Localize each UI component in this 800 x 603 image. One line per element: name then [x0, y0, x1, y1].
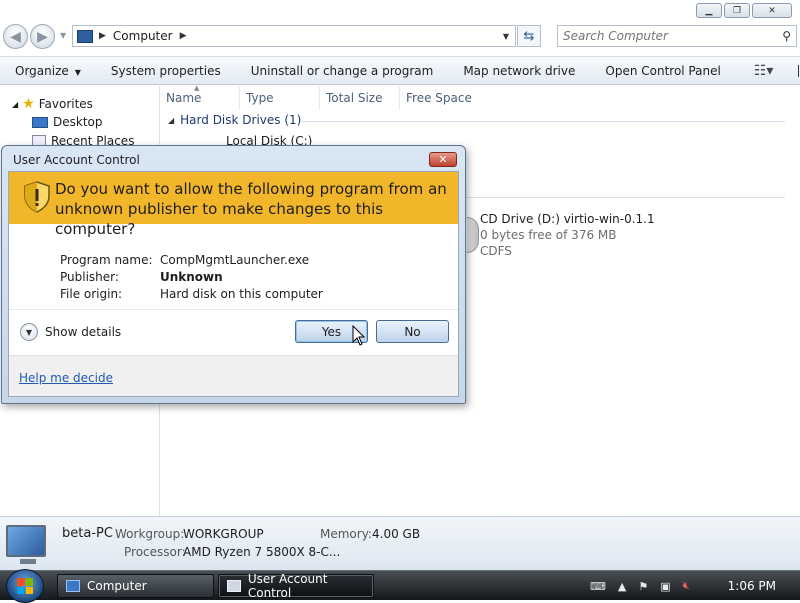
nav-favorites[interactable]: ◢ ★ Favorites	[12, 96, 93, 112]
group-hard-disk-drives[interactable]: ◢ Hard Disk Drives (1)	[168, 113, 301, 127]
volume-muted-icon[interactable]: 🔇︎	[683, 579, 690, 593]
computer-icon	[66, 580, 80, 592]
uac-question: Do you want to allow the following progr…	[55, 180, 447, 238]
collapse-triangle-icon: ◢	[168, 115, 175, 125]
close-button[interactable]: ✕	[752, 3, 792, 18]
network-icon[interactable]: ▣	[660, 580, 670, 593]
memory-label: Memory:	[320, 527, 372, 541]
action-center-flag-icon[interactable]: ⚑	[638, 580, 648, 593]
cd-drive-free-space: 0 bytes free of 376 MB	[480, 228, 617, 242]
cd-drive-name[interactable]: CD Drive (D:) virtio-win-0.1.1	[480, 212, 655, 226]
column-header-free-space[interactable]: Free Space	[400, 86, 480, 110]
program-name-value: CompMgmtLauncher.exe	[160, 253, 310, 267]
taskbar-item-label: Computer	[87, 579, 147, 593]
close-icon: ✕	[438, 153, 448, 166]
show-details-toggle[interactable]: ▼ Show details	[20, 323, 121, 341]
back-arrow-icon: ◀	[10, 28, 21, 45]
taskbar-item-computer[interactable]: Computer	[57, 574, 214, 598]
column-header-type[interactable]: Type	[240, 86, 320, 110]
workgroup-label: Workgroup:	[115, 527, 185, 541]
address-dropdown-icon[interactable]: ▼	[503, 32, 509, 41]
keyboard-icon[interactable]: ⌨	[590, 580, 606, 593]
file-origin-label: File origin:	[60, 287, 123, 301]
refresh-button[interactable]: ⇆	[517, 25, 541, 47]
computer-monitor-icon	[6, 525, 46, 564]
organize-menu[interactable]: Organize ▼	[0, 64, 96, 78]
minimize-button[interactable]: ▁	[696, 3, 722, 18]
expand-triangle-icon[interactable]: ◢	[12, 100, 18, 109]
cd-drive-filesystem: CDFS	[480, 244, 512, 258]
program-name-label: Program name:	[60, 253, 153, 267]
breadcrumb-computer[interactable]: Computer	[113, 29, 173, 43]
start-button[interactable]	[6, 569, 44, 603]
show-hidden-icons-icon[interactable]: ▲	[618, 580, 626, 593]
window-icon	[227, 580, 241, 592]
taskbar: Computer User Account Control ⌨ ▲ ⚑ ▣ 🔇︎…	[0, 569, 800, 603]
forward-button[interactable]: ▶	[30, 24, 55, 49]
column-header-total-size[interactable]: Total Size	[320, 86, 400, 110]
dialog-close-button[interactable]: ✕	[429, 152, 457, 167]
publisher-label: Publisher:	[60, 270, 119, 284]
search-icon[interactable]: ⚲	[782, 29, 791, 43]
nav-desktop-label: Desktop	[53, 115, 103, 129]
windows-logo-icon	[17, 578, 33, 594]
forward-arrow-icon: ▶	[37, 28, 48, 45]
uac-shield-icon	[24, 181, 50, 213]
group-divider	[430, 197, 785, 198]
help-me-decide-link[interactable]: Help me decide	[19, 371, 113, 385]
organize-label: Organize	[15, 63, 69, 78]
chevron-down-icon: ▼	[20, 323, 38, 341]
taskbar-clock[interactable]: 1:06 PM	[728, 579, 776, 593]
desktop-icon	[32, 116, 48, 128]
column-name-label: Name	[166, 91, 202, 105]
command-bar: Organize ▼ System properties Uninstall or…	[0, 56, 800, 85]
warning-banner: Do you want to allow the following progr…	[9, 172, 458, 238]
details-pane: beta-PC Workgroup: WORKGROUP Memory: 4.0…	[0, 516, 800, 570]
map-network-drive-button[interactable]: Map network drive	[448, 64, 590, 78]
search-input[interactable]	[563, 29, 763, 43]
dialog-title: User Account Control	[13, 153, 140, 167]
uac-dialog: User Account Control ✕ Do you want to al…	[1, 145, 466, 404]
chevron-down-icon: ▼	[74, 67, 81, 77]
cd-drive-icon[interactable]	[467, 217, 479, 253]
mouse-cursor-icon	[352, 325, 366, 346]
maximize-button[interactable]: ❐	[724, 3, 750, 18]
taskbar-item-label: User Account Control	[247, 572, 328, 600]
open-control-panel-button[interactable]: Open Control Panel	[590, 64, 735, 78]
star-icon: ★	[22, 96, 35, 112]
nav-favorites-label: Favorites	[38, 97, 93, 111]
computer-icon	[77, 29, 93, 43]
nav-desktop[interactable]: Desktop	[32, 115, 103, 129]
recent-pages-dropdown-icon[interactable]: ▼	[60, 31, 66, 40]
column-header-name[interactable]: ▲ Name	[160, 84, 240, 110]
window-controls: ▁ ❐ ✕	[696, 3, 792, 18]
breadcrumb-chevron-icon[interactable]: ▶	[99, 31, 106, 41]
taskbar-item-uac[interactable]: User Account Control	[218, 572, 374, 600]
address-bar-row: ◀ ▶ ▼ ▶ Computer ▶ ▼ ⇆ ⚲	[0, 22, 800, 50]
address-bar[interactable]: ▶ Computer ▶ ▼	[72, 25, 516, 47]
processor-label: Processor:	[124, 545, 186, 559]
system-properties-button[interactable]: System properties	[96, 64, 236, 78]
publisher-value: Unknown	[160, 270, 223, 284]
back-button[interactable]: ◀	[3, 24, 28, 49]
memory-value: 4.00 GB	[372, 527, 421, 541]
views-icon[interactable]: ☷▾	[754, 63, 774, 79]
workgroup-value: WORKGROUP	[183, 527, 264, 541]
show-details-label: Show details	[45, 325, 122, 339]
group-hard-disk-label: Hard Disk Drives (1)	[180, 113, 302, 127]
computer-name: beta-PC	[62, 526, 113, 541]
dialog-footer: Help me decide	[9, 355, 458, 396]
column-headers: ▲ Name Type Total Size Free Space	[160, 84, 800, 110]
refresh-icon: ⇆	[523, 28, 535, 44]
breadcrumb-chevron-icon[interactable]: ▶	[180, 31, 187, 41]
uninstall-program-button[interactable]: Uninstall or change a program	[236, 64, 449, 78]
file-origin-value: Hard disk on this computer	[160, 287, 323, 301]
no-button[interactable]: No	[376, 320, 449, 343]
sort-ascending-icon: ▲	[194, 84, 200, 92]
dialog-divider	[9, 309, 458, 310]
dialog-body: Do you want to allow the following progr…	[8, 171, 459, 397]
processor-value: AMD Ryzen 7 5800X 8-C...	[183, 545, 341, 559]
group-divider	[300, 121, 785, 122]
search-box[interactable]: ⚲	[557, 25, 797, 47]
